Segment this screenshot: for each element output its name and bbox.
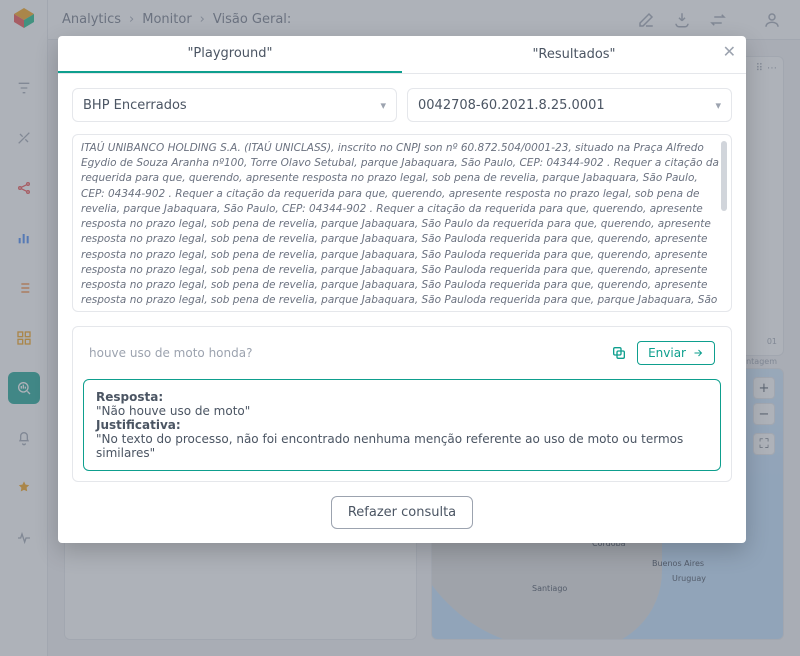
retry-button[interactable]: Refazer consulta — [331, 496, 473, 529]
document-viewer[interactable]: ITAÚ UNIBANCO HOLDING S.A. (ITAÚ UNICLAS… — [72, 134, 732, 312]
answer-key: Resposta: — [96, 390, 163, 404]
dataset-select-value: BHP Encerrados — [83, 98, 187, 113]
copy-icon[interactable] — [611, 345, 627, 361]
send-button-label: Enviar — [648, 346, 686, 360]
query-input[interactable]: houve uso de moto honda? — [89, 346, 252, 360]
close-icon[interactable]: ✕ — [723, 44, 736, 60]
document-text: ITAÚ UNIBANCO HOLDING S.A. (ITAÚ UNICLAS… — [81, 141, 719, 305]
playground-modal: ✕ "Playground" "Resultados" BHP Encerrad… — [58, 36, 746, 543]
tab-resultados[interactable]: "Resultados" — [402, 36, 746, 73]
justification-value: "No texto do processo, não foi encontrad… — [96, 432, 708, 460]
scrollbar-thumb[interactable] — [721, 141, 727, 211]
process-select[interactable]: 0042708-60.2021.8.25.0001 ▾ — [407, 88, 732, 122]
process-select-value: 0042708-60.2021.8.25.0001 — [418, 98, 605, 113]
answer-box: Resposta: "Não houve uso de moto" Justif… — [83, 379, 721, 471]
query-panel: houve uso de moto honda? Enviar Resposta… — [72, 326, 732, 482]
modal-tabs: "Playground" "Resultados" — [58, 36, 746, 74]
send-button[interactable]: Enviar — [637, 341, 715, 365]
answer-value: "Não houve uso de moto" — [96, 404, 708, 418]
justification-key: Justificativa: — [96, 418, 181, 432]
chevron-down-icon: ▾ — [715, 99, 721, 112]
chevron-down-icon: ▾ — [380, 99, 386, 112]
tab-playground[interactable]: "Playground" — [58, 36, 402, 73]
dataset-select[interactable]: BHP Encerrados ▾ — [72, 88, 397, 122]
